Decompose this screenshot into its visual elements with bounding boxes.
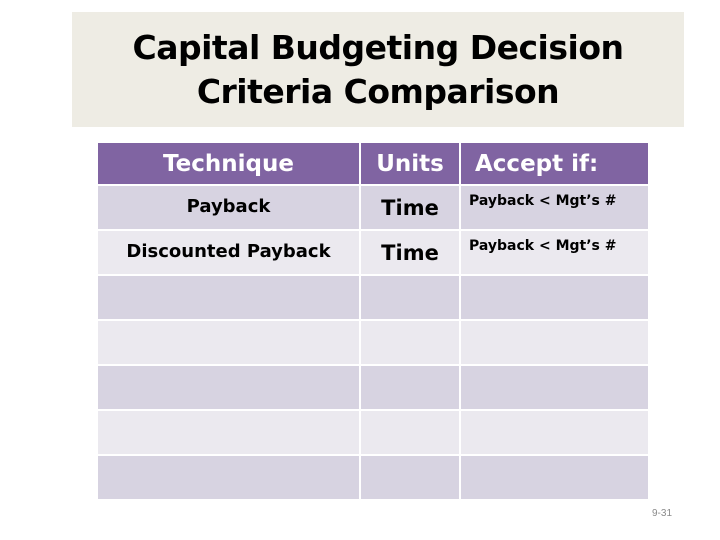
criteria-comparison-table: Technique Units Accept if: Payback Time … xyxy=(96,141,650,501)
cell-technique xyxy=(96,319,361,366)
header-units: Units xyxy=(359,141,461,186)
cell-technique xyxy=(96,454,361,501)
slide-title-box: Capital Budgeting Decision Criteria Comp… xyxy=(72,12,684,127)
table-row xyxy=(96,454,650,501)
table-row xyxy=(96,364,650,411)
cell-accept-if xyxy=(459,274,650,321)
cell-accept-if xyxy=(459,454,650,501)
cell-units xyxy=(359,364,461,411)
cell-technique: Payback xyxy=(96,184,361,231)
cell-units xyxy=(359,454,461,501)
header-technique: Technique xyxy=(96,141,361,186)
slide-title-line-2: Criteria Comparison xyxy=(196,71,560,111)
cell-technique xyxy=(96,364,361,411)
page-number: 9-31 xyxy=(652,508,673,519)
cell-units: Time xyxy=(359,184,461,231)
header-accept-if: Accept if: xyxy=(459,141,650,186)
cell-accept-if xyxy=(459,364,650,411)
cell-accept-if: Payback < Mgt’s # xyxy=(459,184,650,231)
cell-units: Time xyxy=(359,229,461,276)
table-row xyxy=(96,409,650,456)
table-row xyxy=(96,319,650,366)
cell-accept-if: Payback < Mgt’s # xyxy=(459,229,650,276)
table-row: Payback Time Payback < Mgt’s # xyxy=(96,184,650,231)
cell-technique: Discounted Payback xyxy=(96,229,361,276)
cell-technique xyxy=(96,409,361,456)
cell-units xyxy=(359,409,461,456)
cell-accept-if xyxy=(459,319,650,366)
table-row: Discounted Payback Time Payback < Mgt’s … xyxy=(96,229,650,276)
table-row xyxy=(96,274,650,321)
cell-units xyxy=(359,319,461,366)
table-header-row: Technique Units Accept if: xyxy=(96,141,650,186)
cell-accept-if xyxy=(459,409,650,456)
cell-technique xyxy=(96,274,361,321)
cell-units xyxy=(359,274,461,321)
slide-title-line-1: Capital Budgeting Decision xyxy=(132,27,625,67)
